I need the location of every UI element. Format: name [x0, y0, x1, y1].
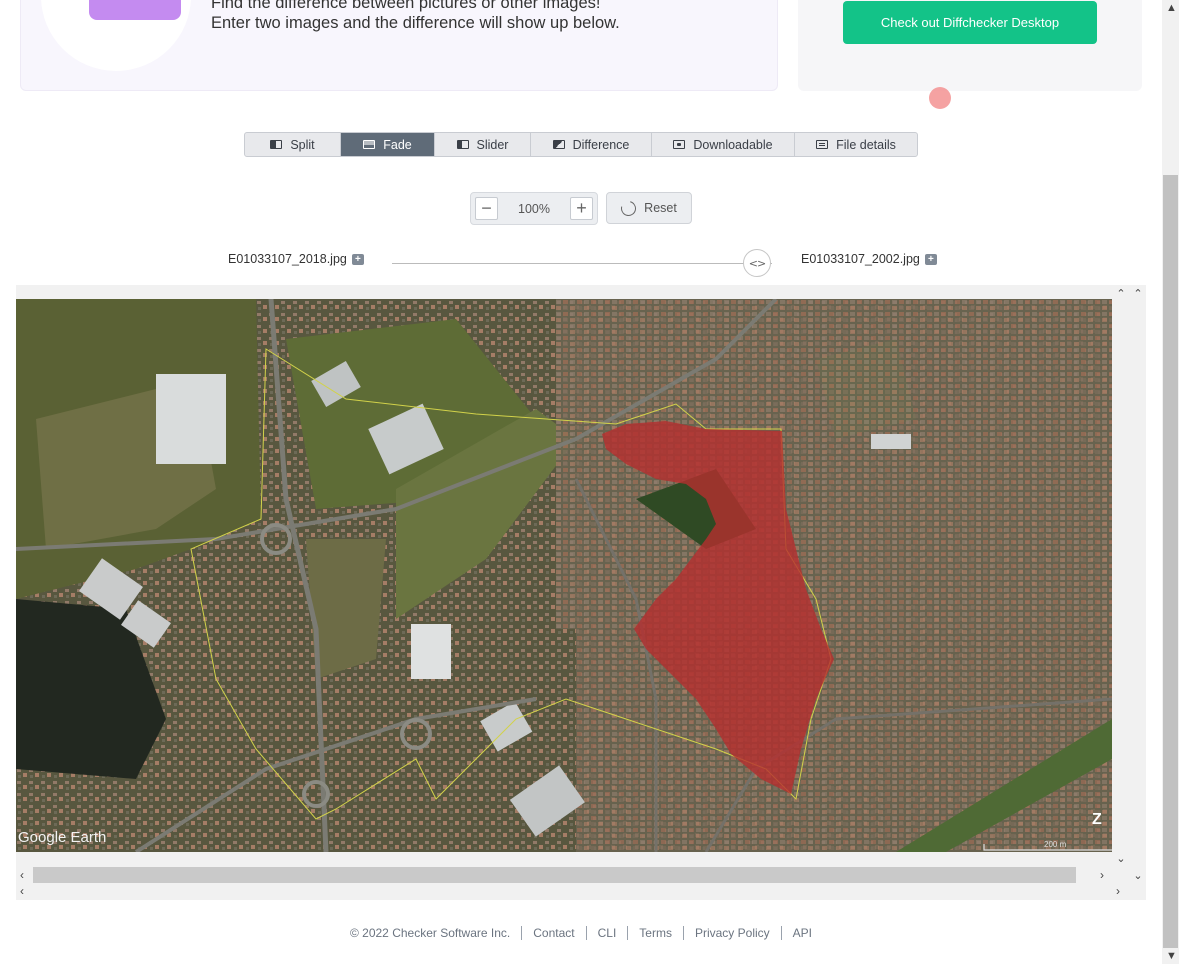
download-icon: [673, 140, 686, 149]
zoom-in-button[interactable]: +: [570, 197, 593, 220]
tab-label: Fade: [383, 137, 412, 152]
page-scrollbar[interactable]: ▲ ▼: [1162, 0, 1179, 964]
google-earth-watermark: Google Earth: [18, 829, 106, 846]
footer-link-contact[interactable]: Contact: [522, 926, 585, 940]
desktop-promo-card: Check out Diffchecker Desktop: [798, 0, 1142, 91]
outer-scroll-right-arrow[interactable]: ›: [1116, 885, 1120, 897]
fade-slider-handle[interactable]: <>: [743, 249, 771, 277]
tab-label: Downloadable: [693, 137, 773, 152]
hero-illustration: [41, 0, 191, 71]
tab-label: Split: [290, 137, 315, 152]
scroll-right-arrow[interactable]: ›: [1100, 869, 1104, 881]
file-details-icon: [816, 140, 829, 149]
map-graphic: 200 m Z Google Earth: [16, 299, 1112, 852]
scroll-left-arrow[interactable]: ‹: [20, 869, 24, 881]
footer-link-privacy[interactable]: Privacy Policy: [684, 926, 781, 940]
tab-downloadable[interactable]: Downloadable: [652, 133, 795, 156]
add-image-icon[interactable]: +: [924, 253, 937, 265]
code-arrows-icon: <>: [748, 256, 766, 270]
reset-label: Reset: [644, 201, 677, 215]
left-file-name: E01033107_2018.jpg +: [228, 252, 364, 266]
tab-label: Slider: [476, 137, 509, 152]
zoom-level: 100%: [518, 201, 550, 216]
svg-text:Z: Z: [1092, 811, 1102, 828]
fade-slider-track[interactable]: [392, 263, 757, 264]
scale-bar-label: 200 m: [1044, 840, 1067, 849]
footer-link-api[interactable]: API: [782, 926, 823, 940]
split-view-icon: [270, 140, 283, 149]
diffchecker-desktop-button[interactable]: Check out Diffchecker Desktop: [843, 1, 1097, 44]
copyright: © 2022 Checker Software Inc.: [349, 926, 511, 940]
scroll-down-arrow-outer[interactable]: ⌄: [1131, 870, 1145, 882]
scroll-down-arrow[interactable]: ⌄: [1114, 853, 1128, 865]
hero-description: Find the difference between pictures or …: [211, 0, 620, 33]
outer-scroll-left-arrow[interactable]: ‹: [20, 885, 24, 897]
slider-view-icon: [456, 140, 469, 149]
footer: © 2022 Checker Software Inc. Contact CLI…: [0, 926, 1162, 940]
scroll-up-arrow[interactable]: ⌃: [1114, 288, 1128, 300]
footer-link-terms[interactable]: Terms: [628, 926, 683, 940]
tab-file-details[interactable]: File details: [795, 133, 917, 156]
page: Find the difference between pictures or …: [0, 0, 1179, 964]
zoom-controls: − 100% +: [470, 192, 598, 225]
add-image-icon[interactable]: +: [351, 253, 364, 265]
image-viewer: 200 m Z Google Earth ⌃ ⌃ ⌄ ⌄ ‹ › ‹ ›: [16, 285, 1146, 900]
scroll-up-arrow-outer[interactable]: ⌃: [1131, 288, 1145, 300]
reset-icon: [618, 197, 639, 219]
tab-label: Difference: [572, 137, 630, 152]
horizontal-scroll-thumb[interactable]: [33, 867, 1076, 883]
view-mode-tabs: Split Fade Slider Difference Downloadabl…: [244, 132, 918, 157]
tab-slider[interactable]: Slider: [435, 133, 531, 156]
page-scroll-thumb[interactable]: [1163, 175, 1178, 948]
zoom-out-button[interactable]: −: [475, 197, 498, 220]
hero-line-1: Find the difference between pictures or …: [211, 0, 601, 12]
hero-line-2: Enter two images and the difference will…: [211, 14, 620, 32]
difference-view-icon: [552, 140, 565, 149]
aerial-map-image[interactable]: 200 m Z Google Earth: [16, 299, 1112, 852]
right-file-name: E01033107_2002.jpg +: [801, 252, 937, 266]
cursor-indicator: [929, 87, 951, 109]
tab-difference[interactable]: Difference: [531, 133, 652, 156]
page-scroll-down-arrow[interactable]: ▼: [1166, 950, 1177, 962]
footer-link-cli[interactable]: CLI: [587, 926, 628, 940]
fade-view-icon: [363, 140, 376, 149]
right-file-label: E01033107_2002.jpg: [801, 252, 920, 266]
reset-button[interactable]: Reset: [606, 192, 692, 224]
page-scroll-up-arrow[interactable]: ▲: [1166, 2, 1177, 14]
tab-fade[interactable]: Fade: [341, 133, 435, 156]
tab-split[interactable]: Split: [245, 133, 341, 156]
hero-card: Find the difference between pictures or …: [20, 0, 778, 91]
horizontal-scrollbar[interactable]: ‹ ›: [16, 867, 1112, 883]
image-icon: [89, 0, 181, 20]
tab-label: File details: [836, 137, 896, 152]
left-file-label: E01033107_2018.jpg: [228, 252, 347, 266]
